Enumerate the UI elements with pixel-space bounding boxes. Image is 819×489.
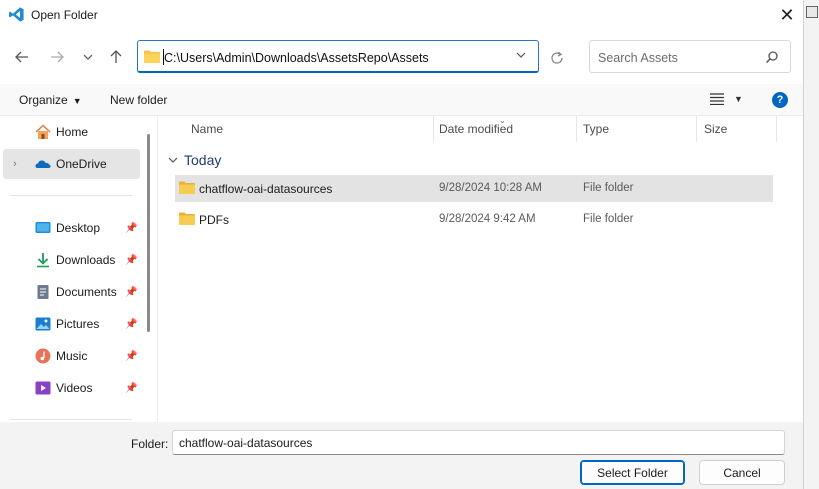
arrow-right-icon[interactable]	[47, 47, 67, 67]
column-divider[interactable]	[696, 116, 697, 142]
sidebar-item-label: OneDrive	[56, 157, 107, 171]
organize-label: Organize	[19, 93, 68, 107]
downloads-icon	[37, 253, 49, 268]
open-folder-dialog: Open Folder ✕ C:\Users\Admin\Downloads\A…	[0, 0, 803, 489]
file-date: 9/28/2024 10:28 AM	[439, 182, 542, 194]
column-divider[interactable]	[776, 116, 777, 142]
group-header-today[interactable]: Today	[168, 152, 221, 168]
pin-icon[interactable]: 📌	[125, 319, 137, 330]
sidebar-item-label: Music	[56, 349, 88, 363]
sidebar-item-music[interactable]: Music 📌	[3, 341, 140, 371]
home-icon	[35, 124, 51, 139]
divider	[10, 419, 132, 420]
sidebar-item-pictures[interactable]: Pictures 📌	[3, 309, 140, 339]
divider	[10, 195, 132, 196]
pin-icon[interactable]: 📌	[125, 287, 137, 298]
column-divider[interactable]	[433, 116, 434, 142]
organize-menu[interactable]: Organize ▼	[19, 93, 82, 107]
pin-icon[interactable]: 📌	[125, 255, 137, 266]
navigation-bar: C:\Users\Admin\Downloads\AssetsRepo\Asse…	[0, 38, 803, 76]
file-date: 9/28/2024 9:42 AM	[439, 213, 536, 225]
chevron-down-icon	[168, 157, 178, 163]
window-title: Open Folder	[31, 8, 98, 22]
sidebar-scrollbar[interactable]	[147, 134, 150, 332]
refresh-icon[interactable]	[546, 47, 568, 69]
music-icon	[35, 348, 51, 364]
view-list-icon[interactable]: ▼	[710, 93, 743, 105]
arrow-up-icon[interactable]	[106, 47, 126, 67]
sidebar-item-label: Pictures	[56, 317, 100, 331]
help-icon[interactable]: ?	[772, 92, 788, 108]
onedrive-icon	[35, 160, 51, 168]
search-box[interactable]: Search Assets	[589, 40, 791, 73]
arrow-left-icon[interactable]	[12, 47, 32, 67]
search-placeholder: Search Assets	[598, 51, 678, 65]
folder-label: Folder:	[131, 437, 169, 451]
pin-icon[interactable]: 📌	[125, 383, 137, 394]
address-bar[interactable]: C:\Users\Admin\Downloads\AssetsRepo\Asse…	[137, 40, 539, 73]
sidebar-item-label: Home	[56, 125, 89, 139]
command-bar: Organize ▼ New folder ▼	[0, 84, 803, 116]
column-header-size[interactable]: Size	[704, 122, 727, 136]
pin-icon[interactable]: 📌	[125, 223, 137, 234]
footer-area: Folder: Select Folder Cancel	[0, 422, 803, 489]
desktop-icon	[35, 222, 51, 233]
cancel-button[interactable]: Cancel	[699, 460, 785, 485]
sidebar-item-label: Documents	[56, 285, 117, 299]
pin-icon[interactable]: 📌	[125, 351, 137, 362]
maximize-icon[interactable]	[806, 6, 818, 18]
sidebar-item-downloads[interactable]: Downloads 📌	[3, 245, 140, 275]
sidebar-item-desktop[interactable]: Desktop 📌	[3, 213, 140, 243]
navigation-pane: Home › OneDrive Desktop 📌 Downloads 📌 Do…	[0, 116, 145, 422]
chevron-down-icon[interactable]	[78, 47, 98, 67]
group-label: Today	[184, 152, 222, 168]
file-type: File folder	[583, 182, 634, 194]
chevron-right-icon[interactable]: ›	[13, 158, 17, 170]
file-list: Name ⌄ Date modified Type Size Today cha…	[158, 116, 803, 422]
close-icon[interactable]: ✕	[776, 4, 798, 26]
file-row-pdfs[interactable]: PDFs 9/28/2024 9:42 AM File folder	[175, 206, 773, 233]
file-type: File folder	[583, 213, 634, 225]
documents-icon	[37, 285, 49, 299]
sidebar-item-onedrive[interactable]: › OneDrive	[3, 149, 140, 179]
sidebar-item-label: Videos	[56, 381, 93, 395]
folder-name-input[interactable]	[173, 431, 784, 454]
sidebar-item-documents[interactable]: Documents 📌	[3, 277, 140, 307]
column-header-type[interactable]: Type	[583, 122, 609, 136]
column-divider[interactable]	[576, 116, 577, 142]
pictures-icon	[35, 317, 51, 331]
sidebar-item-home[interactable]: Home	[3, 117, 140, 147]
chevron-down-icon[interactable]	[516, 50, 526, 63]
folder-icon	[144, 50, 160, 63]
file-row-chatflow-oai-datasources[interactable]: chatflow-oai-datasources 9/28/2024 10:28…	[175, 175, 773, 202]
address-path: C:\Users\Admin\Downloads\AssetsRepo\Asse…	[164, 51, 429, 65]
sidebar-item-label: Desktop	[56, 221, 101, 235]
new-folder-button[interactable]: New folder	[110, 93, 167, 107]
column-header-date-modified[interactable]: Date modified	[439, 122, 513, 136]
background-window-edge	[803, 0, 819, 489]
caret-down-icon: ▼	[72, 96, 82, 106]
select-folder-button[interactable]: Select Folder	[580, 460, 685, 485]
folder-icon	[179, 181, 195, 194]
file-name: chatflow-oai-datasources	[199, 182, 333, 196]
vscode-icon	[9, 7, 24, 22]
column-header-name[interactable]: Name	[191, 122, 223, 136]
videos-icon	[35, 381, 51, 395]
title-bar: Open Folder ✕	[0, 0, 803, 30]
folder-icon	[179, 212, 195, 225]
caret-down-icon: ▼	[734, 94, 743, 104]
search-icon[interactable]	[765, 50, 779, 64]
sidebar-item-videos[interactable]: Videos 📌	[3, 373, 140, 403]
sidebar-item-label: Downloads	[56, 253, 116, 267]
file-name: PDFs	[199, 213, 229, 227]
folder-name-input-wrapper	[172, 430, 785, 455]
